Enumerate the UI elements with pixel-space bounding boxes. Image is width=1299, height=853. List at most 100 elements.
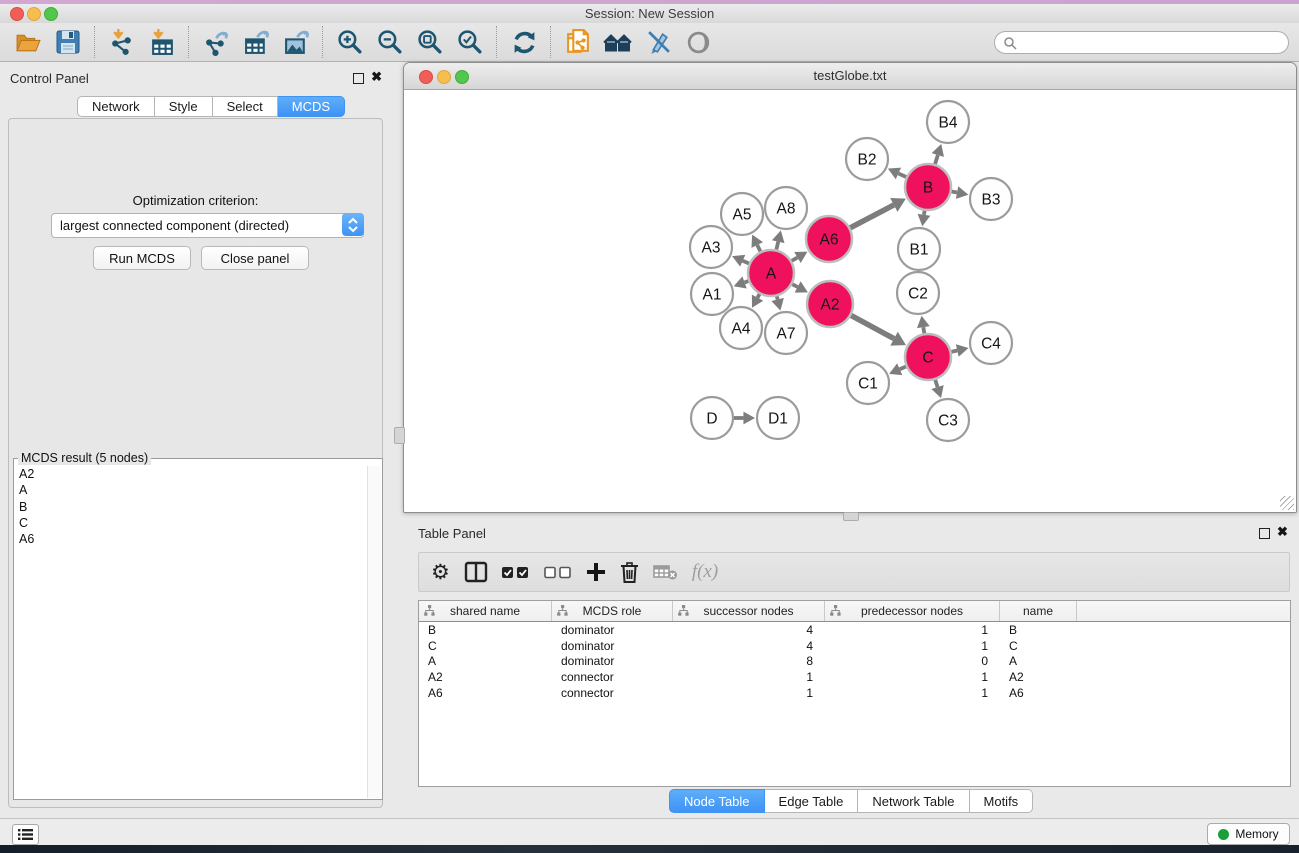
- graph-edge[interactable]: [743, 261, 749, 264]
- cell-successors[interactable]: 4: [673, 638, 825, 654]
- open-session-icon[interactable]: [8, 25, 48, 59]
- cell-name[interactable]: A2: [1000, 669, 1077, 685]
- cybrowser-home-icon[interactable]: [598, 25, 638, 59]
- zoom-selected-icon[interactable]: [450, 25, 490, 59]
- network-canvas[interactable]: B4B2BB3A5A8A6A3AB1A1A2C2A4A7C4CC1C3DD1: [405, 90, 1296, 512]
- cell-predecessors[interactable]: 1: [825, 622, 1000, 638]
- float-panel-icon[interactable]: [353, 73, 364, 84]
- network-window-titlebar[interactable]: testGlobe.txt: [404, 63, 1296, 90]
- cell-predecessors[interactable]: 0: [825, 654, 1000, 670]
- run-mcds-button[interactable]: Run MCDS: [93, 246, 191, 270]
- graph-edge[interactable]: [898, 173, 906, 177]
- graph-edge[interactable]: [900, 367, 906, 370]
- tab-node-table[interactable]: Node Table: [669, 789, 765, 813]
- export-image-icon[interactable]: [276, 25, 316, 59]
- maximize-network-window-button[interactable]: [455, 70, 469, 84]
- graph-edge[interactable]: [776, 242, 778, 250]
- cell-shared-name[interactable]: B: [419, 622, 552, 638]
- resize-grip-icon[interactable]: [1280, 496, 1294, 510]
- graph-edge[interactable]: [850, 205, 894, 228]
- list-item[interactable]: A: [15, 482, 368, 498]
- list-item[interactable]: A6: [15, 531, 368, 547]
- cell-name[interactable]: C: [1000, 638, 1077, 654]
- list-item[interactable]: B: [15, 499, 368, 515]
- tab-style[interactable]: Style: [155, 96, 213, 117]
- table-row[interactable]: A6 connector 1 1 A6: [419, 685, 1290, 701]
- graph-edge[interactable]: [935, 155, 938, 164]
- cell-predecessors[interactable]: 1: [825, 685, 1000, 701]
- list-item[interactable]: A2: [15, 466, 368, 482]
- graph-edge[interactable]: [792, 284, 797, 287]
- cell-mcds-role[interactable]: dominator: [552, 638, 673, 654]
- table-row[interactable]: B dominator 4 1 B: [419, 622, 1290, 638]
- deselect-checks-icon[interactable]: [544, 557, 572, 587]
- import-table-icon[interactable]: [142, 25, 182, 59]
- cell-shared-name[interactable]: A6: [419, 685, 552, 701]
- cell-name[interactable]: A: [1000, 654, 1077, 670]
- memory-button[interactable]: Memory: [1207, 823, 1290, 845]
- cell-mcds-role[interactable]: connector: [552, 669, 673, 685]
- close-table-panel-icon[interactable]: ✖: [1277, 524, 1288, 540]
- delete-column-icon[interactable]: [620, 557, 639, 587]
- cell-successors[interactable]: 8: [673, 654, 825, 670]
- result-scrollbar[interactable]: [367, 466, 381, 798]
- select-all-checks-icon[interactable]: [502, 557, 530, 587]
- column-header-mcds-role[interactable]: MCDS role: [552, 601, 673, 621]
- column-header-name[interactable]: name: [1000, 601, 1077, 621]
- cell-predecessors[interactable]: 1: [825, 638, 1000, 654]
- cell-shared-name[interactable]: C: [419, 638, 552, 654]
- tab-network-table[interactable]: Network Table: [858, 789, 969, 813]
- tab-edge-table[interactable]: Edge Table: [765, 789, 859, 813]
- add-column-icon[interactable]: [586, 557, 606, 587]
- search-field[interactable]: [994, 31, 1289, 54]
- table-row[interactable]: A2 connector 1 1 A2: [419, 669, 1290, 685]
- close-network-window-button[interactable]: [419, 70, 433, 84]
- graph-edge[interactable]: [792, 257, 798, 260]
- save-session-icon[interactable]: [48, 25, 88, 59]
- search-input[interactable]: [1017, 35, 1288, 51]
- table-row[interactable]: A dominator 8 0 A: [419, 654, 1290, 670]
- float-table-panel-icon[interactable]: [1259, 528, 1270, 539]
- cell-predecessors[interactable]: 1: [825, 669, 1000, 685]
- graphics-details-icon[interactable]: [678, 25, 718, 59]
- column-header-predecessor-nodes[interactable]: predecessor nodes: [825, 601, 1000, 621]
- cell-name[interactable]: A6: [1000, 685, 1077, 701]
- export-network-icon[interactable]: [196, 25, 236, 59]
- column-header-successor-nodes[interactable]: successor nodes: [673, 601, 825, 621]
- refresh-icon[interactable]: [504, 25, 544, 59]
- optimization-criterion-dropdown[interactable]: largest connected component (directed): [51, 213, 364, 238]
- hide-annotations-icon[interactable]: [638, 25, 678, 59]
- tab-network[interactable]: Network: [77, 96, 155, 117]
- cell-mcds-role[interactable]: dominator: [552, 622, 673, 638]
- graph-edge[interactable]: [935, 380, 937, 387]
- graph-edge[interactable]: [951, 350, 957, 351]
- cell-successors[interactable]: 1: [673, 685, 825, 701]
- tab-mcds[interactable]: MCDS: [278, 96, 345, 117]
- tab-select[interactable]: Select: [213, 96, 278, 117]
- graph-edge[interactable]: [923, 327, 924, 333]
- cell-mcds-role[interactable]: dominator: [552, 654, 673, 670]
- zoom-out-icon[interactable]: [370, 25, 410, 59]
- graph-edge[interactable]: [952, 191, 957, 192]
- cell-shared-name[interactable]: A: [419, 654, 552, 670]
- close-window-button[interactable]: [10, 7, 24, 21]
- panel-list-button[interactable]: [12, 824, 39, 845]
- table-row[interactable]: C dominator 4 1 C: [419, 638, 1290, 654]
- export-table-icon[interactable]: [236, 25, 276, 59]
- cell-name[interactable]: B: [1000, 622, 1077, 638]
- minimize-window-button[interactable]: [27, 7, 41, 21]
- close-panel-button[interactable]: Close panel: [201, 246, 309, 270]
- graph-edge[interactable]: [851, 315, 894, 338]
- column-header-shared-name[interactable]: shared name: [419, 601, 552, 621]
- network-graph[interactable]: B4B2BB3A5A8A6A3AB1A1A2C2A4A7C4CC1C3DD1: [405, 90, 1296, 512]
- graph-edge[interactable]: [758, 294, 760, 298]
- list-item[interactable]: C: [15, 515, 368, 531]
- split-columns-icon[interactable]: [464, 557, 488, 587]
- zoom-in-icon[interactable]: [330, 25, 370, 59]
- import-network-icon[interactable]: [102, 25, 142, 59]
- cell-mcds-role[interactable]: connector: [552, 685, 673, 701]
- graph-edge[interactable]: [777, 296, 778, 299]
- close-panel-icon[interactable]: ✖: [371, 69, 382, 85]
- cell-successors[interactable]: 1: [673, 669, 825, 685]
- gear-icon[interactable]: ⚙: [431, 557, 450, 587]
